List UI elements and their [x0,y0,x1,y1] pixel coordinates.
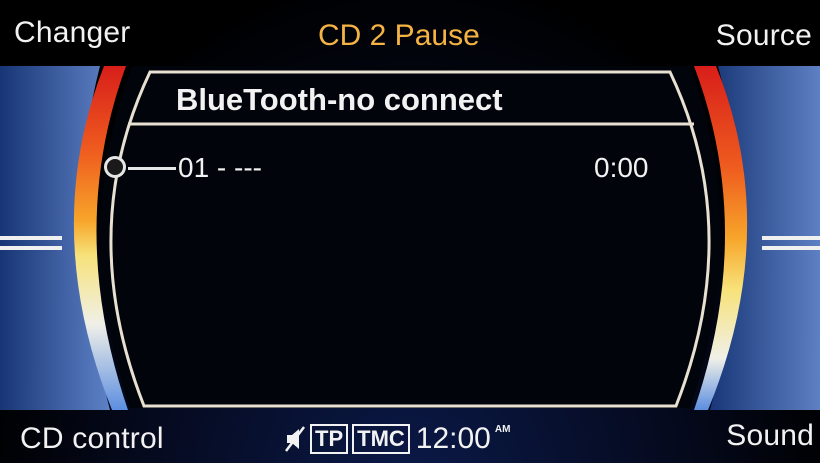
playback-status: CD 2 Pause [318,19,480,52]
infotainment-screen: Changer CD 2 Pause Source BlueTooth-no c… [0,0,820,463]
track-name: 01 - --- [178,152,262,183]
track-row[interactable]: 01 - --- 0:00 [100,152,720,188]
clock-ampm: AM [494,423,511,435]
frame-graphics [0,66,820,410]
tp-badge: TP [310,424,349,454]
clock: 12:00 [415,422,491,455]
cd-control-softkey[interactable]: CD control [20,422,164,456]
source-title: BlueTooth-no connect [176,82,503,117]
track-time: 0:00 [594,152,649,183]
selection-line [128,167,176,170]
sound-softkey[interactable]: Sound [726,419,814,453]
status-bar: TP TMC 12:00 AM [284,422,510,456]
source-softkey[interactable]: Source [716,19,812,53]
selection-knob-icon [104,156,126,178]
changer-softkey[interactable]: Changer [14,16,130,50]
tmc-badge: TMC [352,424,410,454]
speaker-mute-icon [285,426,305,452]
